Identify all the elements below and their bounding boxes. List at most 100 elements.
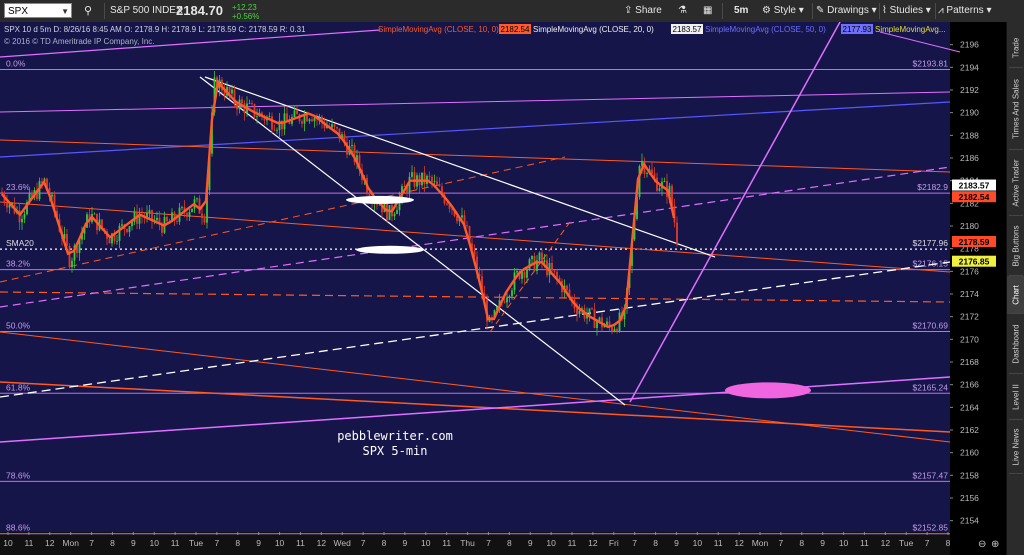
candle-body: [186, 212, 188, 217]
candle-body: [271, 116, 273, 130]
index-name: S&P 500 INDEX: [110, 5, 183, 16]
toolbar-divider: [935, 3, 936, 19]
patterns-button[interactable]: ⩘ Patterns ▾: [938, 0, 991, 22]
y-tick-label: 2156: [960, 493, 979, 503]
price-tag-value: 2178.59: [959, 237, 990, 247]
side-tab-big-buttons[interactable]: Big Buttons: [1007, 216, 1024, 276]
x-tick-label: 9: [674, 538, 679, 548]
interval-button[interactable]: 5m: [734, 0, 748, 22]
x-tick-label: 7: [779, 538, 784, 548]
x-tick-label: 10: [546, 538, 556, 548]
zoom-in-icon: ⊕: [991, 539, 999, 550]
x-tick-label: 10: [3, 538, 13, 548]
x-tick-label: 8: [946, 538, 951, 548]
candle-body: [21, 218, 23, 223]
style-label: Style: [773, 5, 796, 16]
x-tick-label: 11: [171, 538, 180, 548]
candle-body: [336, 127, 338, 129]
drawings-button[interactable]: ✎ Drawings ▾: [816, 0, 877, 22]
x-tick-label: 8: [110, 538, 115, 548]
white-oval-marker: [346, 195, 414, 204]
candle-body: [438, 185, 441, 187]
chevron-down-icon[interactable]: ▼: [61, 4, 69, 19]
side-tab-label: Active Trader: [1011, 159, 1021, 207]
candle-body: [241, 99, 243, 104]
price-tag-value: 2182.54: [959, 192, 990, 202]
symbol-input[interactable]: SPX ▼: [4, 3, 72, 18]
share-button[interactable]: ⇪ Share: [624, 0, 662, 22]
toolbar-divider: [812, 3, 813, 19]
x-tick-label: 12: [881, 538, 891, 548]
candle-body: [433, 181, 436, 183]
candle-body: [276, 130, 278, 131]
side-tab-active-trader[interactable]: Active Trader: [1007, 150, 1024, 216]
side-tab-dashboard[interactable]: Dashboard: [1007, 314, 1024, 374]
share-label: Share: [635, 5, 662, 16]
candle-body: [66, 234, 68, 246]
x-tick-label: 7: [361, 538, 366, 548]
x-tick-label: 12: [45, 538, 55, 548]
plot-background: [0, 22, 950, 532]
chevron-down-icon: ▾: [983, 5, 992, 16]
grid-icon[interactable]: ▦: [703, 0, 712, 22]
pink-oval-target: [725, 382, 811, 399]
candle-body: [51, 194, 53, 197]
candle-body: [616, 329, 618, 332]
candle-body: [333, 124, 336, 128]
zoom-out-icon: ⊖: [978, 539, 986, 550]
fib-price-label: $2182.9: [917, 182, 948, 192]
candle-body: [256, 116, 258, 118]
candle-body: [578, 310, 581, 315]
fib-percent-label: 88.6%: [6, 523, 31, 533]
x-tick-label: Thu: [460, 538, 475, 548]
fib-percent-label: 0.0%: [6, 58, 26, 68]
candle-body: [198, 198, 201, 214]
y-tick-label: 2190: [960, 108, 979, 118]
candle-body: [521, 272, 523, 279]
patterns-label: Patterns: [946, 5, 984, 16]
flask-icon[interactable]: ⚗: [678, 0, 687, 22]
link-icon[interactable]: ⚲: [84, 0, 92, 22]
candle-body: [411, 172, 413, 177]
candle-body: [196, 198, 198, 200]
candle-body: [181, 207, 183, 208]
candle-body: [516, 271, 518, 273]
candle-body: [311, 119, 313, 122]
candle-body: [613, 329, 616, 332]
x-tick-label: 7: [486, 538, 491, 548]
candle-body: [541, 252, 543, 263]
chevron-down-icon: ▾: [868, 5, 877, 16]
x-tick-label: 8: [507, 538, 512, 548]
x-tick-label: Mon: [752, 538, 769, 548]
side-tab-level-ii[interactable]: Level II: [1007, 374, 1024, 420]
y-tick-label: 2196: [960, 40, 979, 50]
studies-button[interactable]: ⌇ Studies ▾: [882, 0, 931, 22]
y-tick-label: 2188: [960, 130, 979, 140]
candle-body: [446, 203, 448, 205]
price-chart[interactable]: 2154 2156 2158 2160 2162 2164 2166 2168 2170 2172…: [0, 22, 1006, 555]
candle-body: [191, 208, 193, 213]
side-tab-live-news[interactable]: Live News: [1007, 420, 1024, 474]
style-button[interactable]: ⚙ Style ▾: [762, 0, 804, 22]
side-tab-times-and-sales[interactable]: Times And Sales: [1007, 68, 1024, 150]
x-tick-label: Tue: [189, 538, 204, 548]
y-tick-label: 2162: [960, 425, 979, 435]
study-value: 2177.93: [843, 25, 872, 34]
y-tick-label: 2158: [960, 470, 979, 480]
side-tab-trade[interactable]: Trade: [1007, 28, 1024, 68]
candle-body: [651, 169, 653, 174]
y-tick-label: 2168: [960, 357, 979, 367]
study-label: SimpleMovingAvg (CLOSE, 20, 0): [533, 25, 654, 34]
studies-icon: ⌇: [882, 5, 890, 16]
drawings-label: Drawings: [827, 5, 869, 16]
candle-body: [128, 226, 131, 233]
x-tick-label: 12: [317, 538, 327, 548]
candle-body: [176, 220, 178, 222]
side-tab-label: Trade: [1011, 37, 1021, 59]
candle-body: [431, 176, 433, 182]
side-tab-chart[interactable]: Chart: [1007, 276, 1024, 314]
x-tick-label: 11: [296, 538, 305, 548]
side-tab-label: Big Buttons: [1011, 225, 1021, 267]
x-axis: 10 11 12 Mon 7 8 9 10 11 Tue 7 8 9 10 11 12 Wed 7 8 9 10 11 Th…: [0, 532, 951, 555]
side-tab-label: Live News: [1011, 428, 1021, 466]
